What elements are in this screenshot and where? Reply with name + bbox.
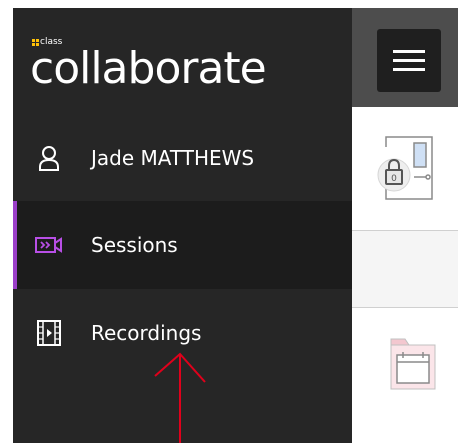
sessions-icon: [35, 231, 63, 259]
user-icon: [35, 144, 63, 172]
annotation-arrow-icon: [154, 352, 206, 443]
locked-room-icon: 0: [377, 136, 433, 200]
sidebar-item-sessions[interactable]: Sessions: [13, 201, 352, 289]
recordings-icon: [35, 319, 63, 347]
hamburger-menu-button[interactable]: [377, 29, 441, 92]
sidebar-item-label: Recordings: [91, 321, 202, 345]
sidebar-item-label: Jade MATTHEWS: [91, 146, 255, 170]
sidebar-item-label: Sessions: [91, 233, 178, 257]
brand-large-text: collaborate: [30, 43, 267, 94]
list-band: [352, 231, 458, 307]
main-content: 0: [352, 107, 458, 443]
svg-text:0: 0: [391, 174, 397, 184]
sidebar-item-user[interactable]: Jade MATTHEWS: [13, 116, 352, 200]
top-bar: [352, 8, 458, 107]
calendar-icon: [390, 338, 436, 390]
app-frame: class collaborate Jade MATTHEWS Sessions…: [0, 0, 458, 443]
hamburger-menu-icon: [393, 50, 425, 53]
list-divider: [352, 307, 458, 308]
brand-logo: class collaborate: [13, 8, 352, 110]
